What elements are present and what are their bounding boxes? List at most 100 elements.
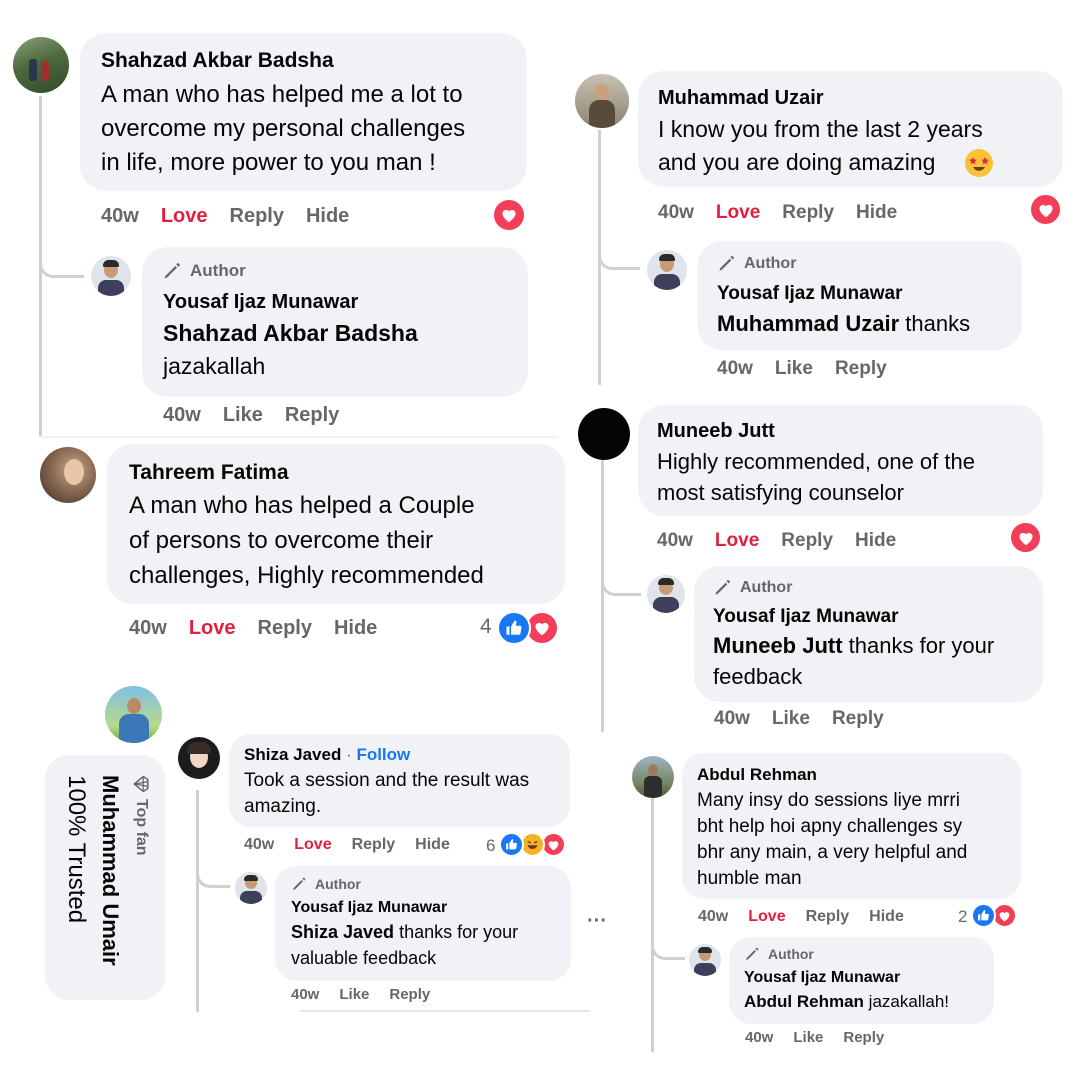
timestamp[interactable]: 40w [244, 836, 274, 853]
comment-text: Many insy do sessions liye mrri bht help… [697, 790, 968, 889]
timestamp[interactable]: 40w [163, 404, 201, 426]
reply-author[interactable]: Yousaf Ijaz Munawar [713, 606, 898, 628]
hide-button[interactable]: Hide [855, 530, 896, 551]
reply-text-line: Shiza Javed thanks for your [291, 922, 518, 943]
reply-author[interactable]: Yousaf Ijaz Munawar [291, 899, 447, 917]
comment-author[interactable]: Shahzad Akbar Badsha [101, 49, 334, 73]
reply-actions: 40w Like Reply [163, 404, 361, 427]
reply-actions: 40w Like Reply [717, 358, 909, 380]
avatar[interactable] [578, 408, 630, 460]
comment-author[interactable]: Tahreem Fatima [129, 461, 289, 485]
like-icon[interactable] [971, 903, 996, 928]
reaction-count[interactable]: 4 [480, 615, 492, 639]
timestamp[interactable]: 40w [129, 617, 167, 639]
reply-button[interactable]: Reply [230, 205, 284, 227]
like-button[interactable]: Like [775, 358, 813, 379]
thread-connector [39, 240, 84, 278]
author-badge: Author [717, 254, 796, 273]
avatar[interactable] [105, 686, 162, 743]
reply-bubble: Author Yousaf Ijaz Munawar Muhammad Uzai… [697, 241, 1022, 350]
comment-author[interactable]: Muhammad Uzair [658, 87, 824, 110]
reply-actions: 40w Like Reply [745, 1029, 906, 1046]
love-button[interactable]: Love [715, 530, 759, 551]
hide-button[interactable]: Hide [415, 836, 450, 853]
like-icon[interactable] [497, 611, 531, 645]
avatar[interactable] [40, 447, 96, 503]
avatar[interactable] [647, 575, 685, 613]
mention-link[interactable]: Muneeb Jutt [713, 633, 843, 658]
reply-button[interactable]: Reply [782, 202, 834, 223]
hide-button[interactable]: Hide [869, 908, 904, 925]
hide-button[interactable]: Hide [334, 617, 377, 639]
mention-link[interactable]: Muhammad Uzair [717, 311, 899, 336]
top-fan-name[interactable]: Muhammad Umair [95, 775, 125, 966]
reply-button[interactable]: Reply [843, 1029, 884, 1046]
like-button[interactable]: Like [339, 986, 369, 1003]
mention-link[interactable]: Abdul Rehman [744, 992, 864, 1011]
love-button[interactable]: Love [748, 908, 785, 925]
avatar[interactable] [235, 872, 267, 904]
timestamp[interactable]: 40w [745, 1029, 773, 1046]
avatar[interactable] [91, 256, 131, 296]
mention-link[interactable]: Shiza Javed [291, 922, 394, 942]
reply-button[interactable]: Reply [389, 986, 430, 1003]
mention-link[interactable]: Shahzad Akbar Badsha [163, 320, 418, 347]
love-button[interactable]: Love [161, 205, 208, 227]
reply-button[interactable]: Reply [258, 617, 312, 639]
comment-bubble: Shiza Javed · Follow Took a session and … [229, 734, 570, 827]
love-button[interactable]: Love [189, 617, 236, 639]
reply-author[interactable]: Yousaf Ijaz Munawar [163, 291, 358, 314]
comment-text: I know you from the last 2 years and you… [658, 116, 983, 175]
comment-text: Took a session and the result was amazin… [244, 770, 530, 817]
avatar[interactable] [13, 37, 69, 93]
comment-actions: 40w Love Reply Hide [658, 202, 919, 224]
avatar[interactable] [575, 74, 629, 128]
reply-button[interactable]: Reply [806, 908, 850, 925]
comment-actions: 40w Love Reply Hide [101, 205, 371, 228]
timestamp[interactable]: 40w [714, 708, 750, 729]
like-button[interactable]: Like [772, 708, 810, 729]
timestamp[interactable]: 40w [657, 530, 693, 551]
reply-button[interactable]: Reply [835, 358, 887, 379]
hide-button[interactable]: Hide [306, 205, 349, 227]
love-button[interactable]: Love [294, 836, 331, 853]
heart-icon[interactable] [1029, 193, 1062, 226]
timestamp[interactable]: 40w [101, 205, 139, 227]
avatar[interactable] [632, 756, 674, 798]
reply-author[interactable]: Yousaf Ijaz Munawar [717, 283, 902, 305]
author-badge: Author [291, 876, 361, 892]
reply-button[interactable]: Reply [832, 708, 884, 729]
avatar[interactable] [689, 944, 721, 976]
comment-author[interactable]: Muneeb Jutt [657, 420, 775, 443]
more-options-button[interactable]: ··· [587, 910, 607, 933]
avatar[interactable] [178, 737, 220, 779]
reply-bubble: Author Yousaf Ijaz Munawar Shiza Javed t… [275, 866, 571, 981]
heart-icon[interactable] [492, 198, 526, 232]
timestamp[interactable]: 40w [658, 202, 694, 223]
reply-button[interactable]: Reply [352, 836, 396, 853]
comment-actions: 40w Love Reply Hide [698, 908, 926, 926]
heart-icon[interactable] [1009, 521, 1042, 554]
comment-author[interactable]: Shiza Javed [244, 745, 341, 764]
reply-bubble: Author Yousaf Ijaz Munawar Shahzad Akbar… [142, 247, 528, 397]
reply-text: jazakallah! [863, 992, 950, 1011]
timestamp[interactable]: 40w [698, 908, 728, 925]
avatar[interactable] [647, 250, 687, 290]
follow-button[interactable]: Follow [356, 745, 410, 764]
reaction-count[interactable]: 6 [486, 836, 495, 856]
comment-author[interactable]: Abdul Rehman [697, 765, 817, 785]
comment-header: Shiza Javed · Follow [244, 745, 410, 765]
reply-button[interactable]: Reply [285, 404, 339, 426]
like-icon[interactable] [499, 832, 524, 857]
author-badge: Author [162, 261, 246, 281]
reply-button[interactable]: Reply [781, 530, 833, 551]
timestamp[interactable]: 40w [717, 358, 753, 379]
reply-author[interactable]: Yousaf Ijaz Munawar [744, 969, 900, 987]
reaction-count[interactable]: 2 [958, 907, 967, 927]
timestamp[interactable]: 40w [291, 986, 319, 1003]
like-button[interactable]: Like [793, 1029, 823, 1046]
love-button[interactable]: Love [716, 202, 760, 223]
like-button[interactable]: Like [223, 404, 263, 426]
separator: · [341, 745, 357, 764]
hide-button[interactable]: Hide [856, 202, 897, 223]
